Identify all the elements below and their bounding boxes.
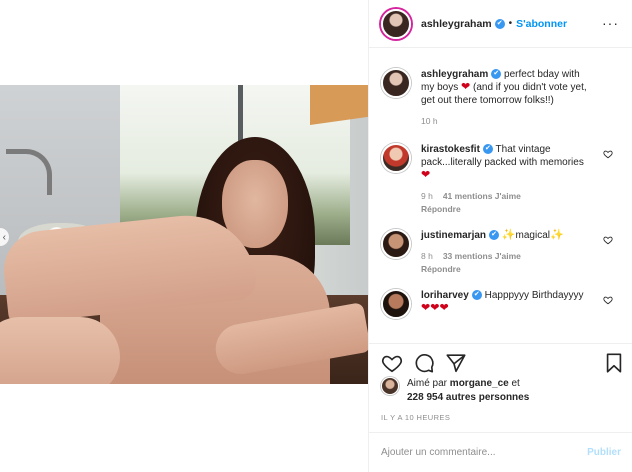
caption: ashleygraham ✔ perfect bday with my boys …	[369, 68, 632, 128]
chevron-left-icon: ‹	[2, 231, 6, 243]
caption-time[interactable]: 10 h	[421, 115, 438, 128]
post-side-panel: ashleygraham ✔ • S'abonner ··· ashleygra…	[368, 0, 632, 472]
liker-avatar[interactable]	[381, 377, 399, 395]
separator-dot: •	[508, 18, 513, 29]
add-comment-bar: Publier	[369, 432, 632, 472]
verified-badge-icon: ✔	[482, 144, 493, 155]
comment-username[interactable]: justinemarjan	[421, 230, 486, 241]
comment-item: kirastokesfit ✔ That vintage pack...liter…	[369, 143, 632, 216]
reply-button[interactable]: Répondre	[421, 203, 595, 216]
comment-username[interactable]: kirastokesfit	[421, 144, 480, 155]
author-avatar[interactable]	[381, 8, 411, 39]
instagram-post-modal: ‹ ashleygraham ✔ • S'abonner ··· ashleyg…	[0, 0, 632, 472]
post-actions	[369, 343, 632, 379]
comment-item: justinemarjan ✔ ✨magical✨ 8 h 33 mentions…	[369, 229, 632, 276]
reply-button[interactable]: Répondre	[421, 263, 595, 276]
like-comment-heart-icon[interactable]	[603, 149, 613, 159]
caption-username[interactable]: ashleygraham	[421, 69, 488, 80]
like-comment-heart-icon[interactable]	[603, 295, 613, 305]
liked-by-prefix: Aimé par	[407, 378, 448, 389]
verified-badge-icon: ✔	[494, 18, 505, 29]
comment-bubble-icon[interactable]	[413, 352, 435, 374]
liked-by: Aimé par morgane_ce et 228 954 autres pe…	[381, 377, 529, 405]
comment-text: magical	[515, 230, 550, 241]
liked-by-and: et	[511, 378, 520, 389]
comments-list[interactable]: ashleygraham ✔ perfect bday with my boys …	[369, 58, 632, 341]
heart-emoji-icon: ❤	[421, 302, 431, 314]
post-photo: ‹	[0, 85, 368, 384]
caption-author-avatar[interactable]	[381, 68, 411, 98]
comment-input[interactable]	[381, 447, 588, 458]
commenter-avatar[interactable]	[381, 289, 411, 319]
comment-item: loriharvey ✔ Happpyyy Birthdayyyy ❤❤❤	[369, 289, 632, 319]
comment-meta: 8 h 33 mentions J'aime	[421, 250, 595, 263]
comment-time[interactable]: 8 h	[421, 250, 433, 263]
like-heart-icon[interactable]	[381, 352, 403, 374]
caption-meta: 10 h	[421, 115, 595, 128]
comment-meta: 9 h 41 mentions J'aime	[421, 190, 595, 203]
author-username[interactable]: ashleygraham	[421, 18, 492, 30]
comment-likes[interactable]: 33 mentions J'aime	[443, 250, 521, 263]
post-media: ‹	[0, 0, 368, 472]
verified-badge-icon: ✔	[489, 230, 500, 241]
comment-time[interactable]: 9 h	[421, 190, 433, 203]
photo-knee	[0, 317, 120, 384]
share-send-icon[interactable]	[445, 352, 467, 374]
sparkles-emoji-icon: ✨	[501, 229, 516, 241]
more-options-icon[interactable]: ···	[602, 15, 619, 31]
commenter-avatar[interactable]	[381, 229, 411, 259]
save-bookmark-icon[interactable]	[603, 352, 625, 374]
comment-text: Happpyyy Birthdayyyy	[484, 290, 584, 301]
heart-emoji-icon: ❤	[439, 302, 449, 314]
verified-badge-icon: ✔	[471, 290, 482, 301]
comment-likes[interactable]: 41 mentions J'aime	[443, 190, 521, 203]
post-header: ashleygraham ✔ • S'abonner ···	[369, 0, 632, 48]
like-comment-heart-icon[interactable]	[603, 235, 613, 245]
liked-by-user[interactable]: morgane_ce	[450, 378, 509, 389]
liked-by-count[interactable]: 228 954 autres personnes	[407, 392, 529, 403]
photo-eave	[310, 85, 368, 125]
heart-emoji-icon: ❤	[421, 169, 431, 181]
heart-emoji-icon: ❤	[461, 81, 471, 93]
publish-button[interactable]: Publier	[587, 447, 621, 458]
verified-badge-icon: ✔	[491, 69, 502, 80]
commenter-avatar[interactable]	[381, 143, 411, 173]
comment-username[interactable]: loriharvey	[421, 290, 469, 301]
post-timestamp[interactable]: IL Y A 10 HEURES	[381, 413, 450, 422]
follow-button[interactable]: S'abonner	[516, 18, 567, 30]
sparkles-emoji-icon: ✨	[549, 229, 564, 241]
